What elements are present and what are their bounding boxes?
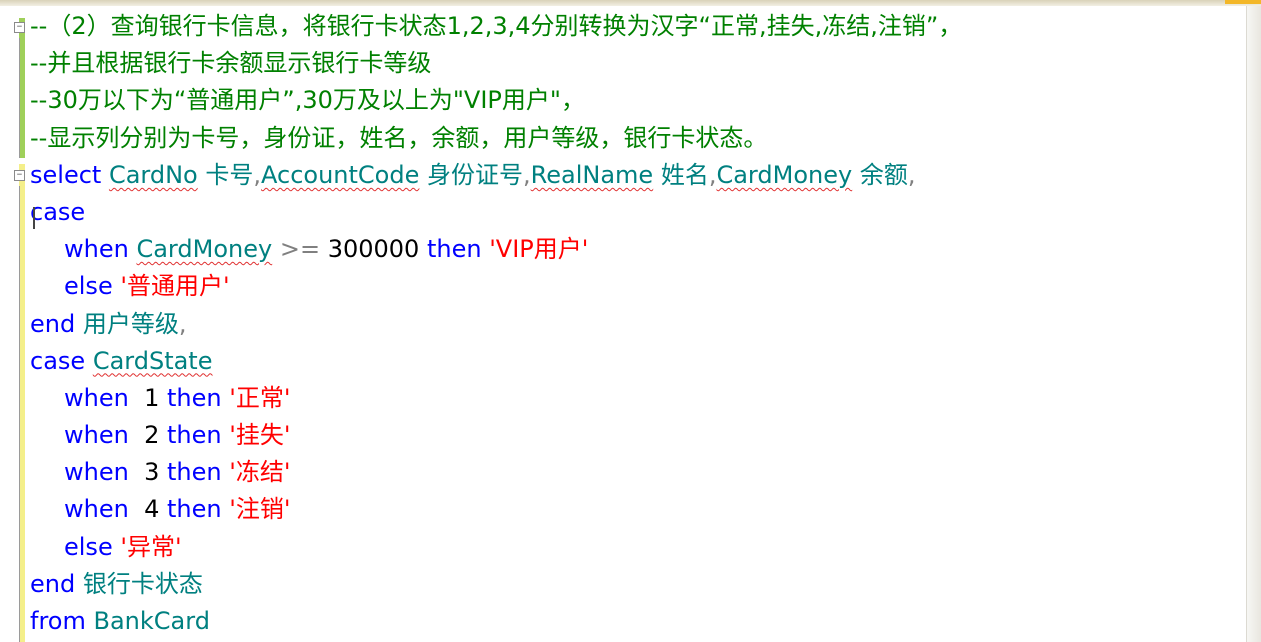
code-area[interactable]: --（2）查询银行卡信息，将银行卡状态1,2,3,4分别转换为汉字“正常,挂失,… (30, 8, 1241, 640)
from-keyword: from (30, 607, 86, 635)
comma: , (523, 160, 531, 189)
column-cardmoney: CardMoney (716, 160, 853, 189)
when-keyword: when (64, 495, 129, 524)
case-keyword: case (30, 346, 86, 375)
column-cardno: CardNo (108, 160, 198, 189)
collapse-region-icon[interactable]: − (14, 170, 25, 181)
end-line: end 用户等级, (30, 306, 1241, 343)
else-keyword: else (64, 532, 113, 561)
end-keyword: end (30, 569, 76, 598)
state-number: 1 (144, 383, 160, 412)
state-string: '挂失' (229, 421, 291, 450)
alias-user-level: 用户等级 (82, 309, 179, 338)
then-keyword: then (167, 383, 222, 412)
then-keyword: then (426, 235, 482, 264)
comment-line: --30万以下为“普通用户”,30万及以上为"VIP用户"， (30, 86, 585, 115)
case-keyword: case (30, 197, 86, 226)
comment-line: --并且根据银行卡余额显示银行卡等级 (30, 49, 432, 78)
alias-accountcode: 身份证号 (427, 160, 523, 189)
state-number: 3 (144, 458, 160, 487)
state-number: 2 (144, 421, 160, 450)
else-line: else '普通用户' (30, 268, 1241, 305)
when-keyword: when (64, 235, 129, 264)
state-string: '正常' (229, 383, 291, 412)
select-line: select CardNo 卡号,AccountCode 身份证号,RealNa… (30, 157, 1241, 194)
else-keyword: else (64, 272, 113, 301)
when-line: when CardMoney >= 300000 then 'VIP用户' (30, 231, 1241, 268)
state-number: 4 (144, 495, 160, 524)
select-keyword: select (30, 160, 102, 189)
else-string: '异常' (120, 532, 182, 561)
table-name: BankCard (93, 607, 210, 635)
then-keyword: then (167, 495, 222, 524)
comment-line: --（2）查询银行卡信息，将银行卡状态1,2,3,4分别转换为汉字“正常,挂失,… (30, 12, 963, 40)
when-keyword: when (64, 421, 129, 450)
gte-operator: >= (279, 235, 321, 264)
end-line: end 银行卡状态 (30, 566, 1241, 603)
tab-accent (1225, 0, 1261, 4)
case-line: case CardState (30, 343, 1241, 380)
when-keyword: when (64, 383, 129, 412)
collapse-region-icon[interactable]: − (14, 22, 25, 33)
alias-realname: 姓名 (660, 160, 709, 189)
editor-gutter: − − (0, 6, 26, 642)
comma: , (907, 160, 916, 189)
column-realname: RealName (530, 160, 654, 189)
editor-top-border (0, 0, 1261, 6)
vertical-scrollbar[interactable] (1246, 6, 1261, 642)
comment-line: --显示列分别为卡号，身份证，姓名，余额，用户等级，银行卡状态。 (30, 123, 768, 152)
alias-card-state: 银行卡状态 (82, 569, 203, 598)
alias-cardmoney: 余额 (859, 160, 908, 189)
then-keyword: then (167, 458, 222, 487)
when-keyword: when (64, 458, 129, 487)
threshold-value: 300000 (327, 235, 420, 264)
from-line: from BankCard (30, 603, 1241, 640)
column-accountcode: AccountCode (261, 160, 420, 189)
then-keyword: then (167, 421, 222, 450)
end-keyword: end (30, 309, 76, 338)
else-line: else '异常' (30, 529, 1241, 566)
when-line: when 4 then '注销' (30, 491, 1241, 528)
when-line: when 2 then '挂失' (30, 417, 1241, 454)
text-cursor (33, 207, 35, 229)
comma: , (178, 309, 187, 338)
state-string: '注销' (229, 495, 291, 524)
state-string: '冻结' (229, 458, 291, 487)
column-cardstate: CardState (92, 346, 213, 375)
when-line: when 3 then '冻结' (30, 454, 1241, 491)
case-line: case (30, 194, 1241, 231)
fold-guide (19, 38, 20, 158)
normal-user-string: '普通用户' (120, 272, 230, 301)
fold-guide (19, 186, 20, 642)
column-cardmoney: CardMoney (136, 235, 273, 264)
when-line: when 1 then '正常' (30, 380, 1241, 417)
vip-string: 'VIP用户' (489, 235, 589, 264)
sql-editor[interactable]: − − --（2）查询银行卡信息，将银行卡状态1,2,3,4分别转换为汉字“正常… (0, 0, 1261, 642)
comma: , (253, 160, 262, 189)
alias-cardno: 卡号 (205, 160, 254, 189)
